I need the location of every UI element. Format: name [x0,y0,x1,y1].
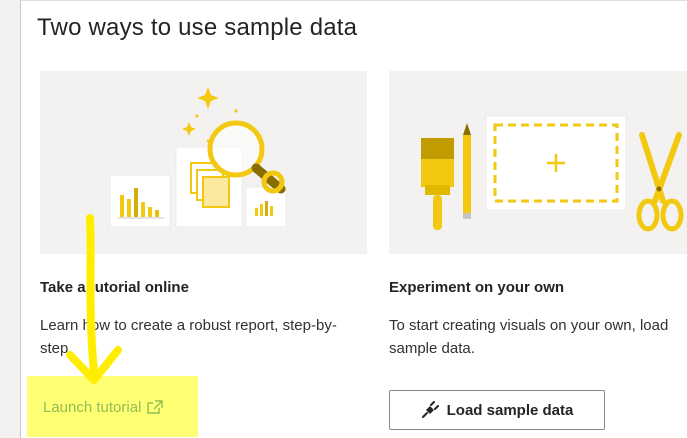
scissors-icon [636,132,684,232]
bar-chart-card [109,174,171,228]
canvas-icon [485,115,627,211]
experiment-illustration [389,71,687,254]
load-sample-data-button[interactable]: Load sample data [389,390,605,430]
experiment-card-title: Experiment on your own [389,279,565,296]
tutorial-card-title: Take a tutorial online [40,279,189,296]
load-sample-data-label: Load sample data [446,401,574,419]
sample-data-dialog: Two ways to use sample data Take a tutor… [20,0,687,438]
pencil-icon [463,123,471,219]
experiment-card-description: To start creating visuals on your own, l… [389,317,669,357]
dialog-title: Two ways to use sample data [37,14,358,41]
plug-icon [421,401,439,418]
background-panel [0,0,20,262]
tutorial-card-description: Learn how to create a robust report, ste… [40,317,337,357]
paintbrush-icon [421,138,454,230]
dialog-top-border [21,0,687,1]
external-link-icon [147,400,164,414]
launch-tutorial-link[interactable]: Launch tutorial [39,393,167,421]
launch-tutorial-label: Launch tutorial [43,398,142,416]
tutorial-illustration [40,71,367,254]
